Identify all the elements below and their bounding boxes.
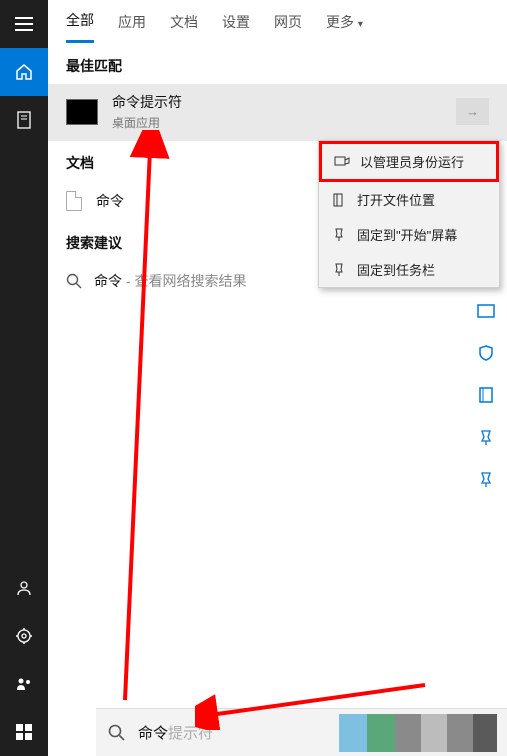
start-button[interactable] bbox=[0, 708, 48, 756]
settings-button[interactable] bbox=[0, 612, 48, 660]
pin-icon-b[interactable] bbox=[475, 468, 497, 490]
best-match-title: 命令提示符 bbox=[112, 92, 182, 112]
search-icon bbox=[108, 724, 126, 742]
chevron-down-icon: ▾ bbox=[358, 19, 363, 30]
tab-settings[interactable]: 设置 bbox=[222, 2, 250, 42]
censored-taskbar bbox=[339, 714, 497, 752]
home-button[interactable] bbox=[0, 48, 48, 96]
people-button[interactable] bbox=[0, 660, 48, 708]
main-panel: 全部 应用 文档 设置 网页 更多 ▾ 最佳匹配 命令提示符 桌面应用 → 文档… bbox=[48, 0, 507, 756]
tab-apps[interactable]: 应用 bbox=[118, 2, 146, 42]
user-button[interactable] bbox=[0, 564, 48, 612]
tab-web[interactable]: 网页 bbox=[274, 2, 302, 42]
best-match-subtitle: 桌面应用 bbox=[112, 114, 182, 131]
book-icon[interactable] bbox=[475, 384, 497, 406]
pin-start-icon bbox=[331, 227, 347, 243]
ctx-pin-start[interactable]: 固定到"开始"屏幕 bbox=[319, 217, 499, 252]
document-label: 命令 bbox=[96, 191, 124, 211]
ctx-label: 打开文件位置 bbox=[357, 190, 435, 209]
expand-arrow-button[interactable]: → bbox=[456, 98, 489, 125]
pin-taskbar-icon bbox=[331, 262, 347, 278]
cmd-prompt-icon bbox=[66, 99, 98, 125]
best-match-heading: 最佳匹配 bbox=[48, 44, 507, 84]
ctx-label: 固定到"开始"屏幕 bbox=[357, 225, 457, 244]
shield-icon[interactable] bbox=[475, 342, 497, 364]
tab-docs[interactable]: 文档 bbox=[170, 2, 198, 42]
ctx-run-as-admin[interactable]: 以管理员身份运行 bbox=[319, 141, 499, 182]
page-button[interactable] bbox=[0, 96, 48, 144]
folder-icon bbox=[331, 192, 347, 208]
best-match-item[interactable]: 命令提示符 桌面应用 → bbox=[48, 84, 507, 141]
menu-button[interactable] bbox=[0, 0, 48, 48]
context-menu: 以管理员身份运行 打开文件位置 固定到"开始"屏幕 固定到任务栏 bbox=[318, 140, 500, 288]
tab-all[interactable]: 全部 bbox=[66, 0, 94, 43]
ctx-label: 以管理员身份运行 bbox=[360, 152, 464, 171]
filter-tabs: 全部 应用 文档 设置 网页 更多 ▾ bbox=[48, 0, 507, 44]
window-icon[interactable] bbox=[475, 300, 497, 322]
sidebar bbox=[0, 0, 48, 756]
pin-icon-a[interactable] bbox=[475, 426, 497, 448]
ctx-label: 固定到任务栏 bbox=[357, 260, 435, 279]
ctx-pin-taskbar[interactable]: 固定到任务栏 bbox=[319, 252, 499, 287]
right-toolbar bbox=[475, 300, 497, 490]
search-icon bbox=[66, 273, 82, 289]
search-input[interactable]: 命令提示符 bbox=[138, 722, 213, 743]
tab-more[interactable]: 更多 ▾ bbox=[326, 2, 363, 42]
admin-icon bbox=[334, 154, 350, 170]
file-icon bbox=[66, 191, 82, 211]
ctx-open-location[interactable]: 打开文件位置 bbox=[319, 182, 499, 217]
suggestion-text: 命令 - 查看网络搜索结果 bbox=[94, 271, 246, 291]
